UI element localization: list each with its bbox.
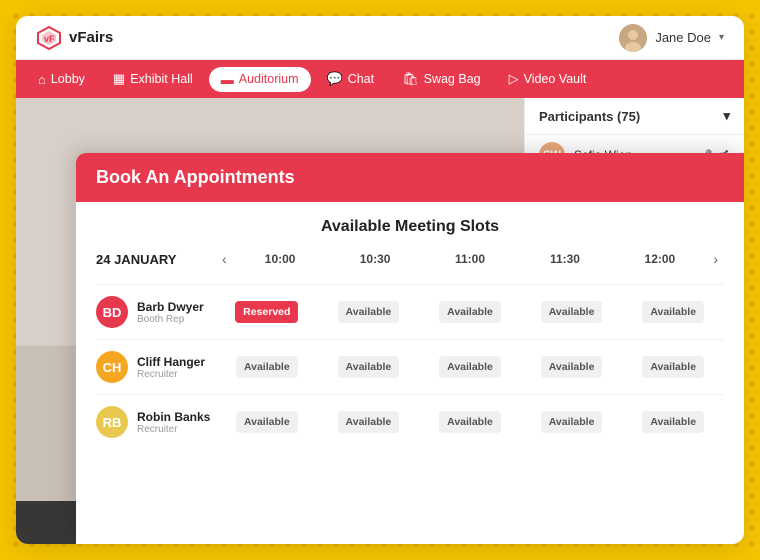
slot-cell: Reserved [216, 295, 318, 329]
avatar: RB [96, 406, 128, 438]
app-name: vFairs [69, 29, 113, 46]
app-logo: vF vFairs [36, 25, 113, 51]
nav-swag-label: Swag Bag [424, 72, 481, 86]
vfairs-logo-icon: vF [36, 25, 62, 51]
avatar: BD [96, 296, 128, 328]
slot-button[interactable]: Available [439, 411, 501, 433]
slot-cell: Available [521, 405, 623, 439]
time-slot-header: 11:00 [423, 248, 518, 270]
nav-lobby-label: Lobby [51, 72, 85, 86]
slot-button-reserved[interactable]: Reserved [235, 301, 298, 323]
user-menu[interactable]: Jane Doe ▾ [619, 24, 724, 52]
slot-cell: Available [622, 295, 724, 329]
user-chevron-icon: ▾ [719, 32, 724, 43]
slot-cell: Available [521, 295, 623, 329]
slot-cell: Available [318, 350, 420, 384]
booking-overlay: Book An Appointments Available Meeting S… [76, 153, 744, 544]
person-name: Barb Dwyer [137, 300, 216, 314]
person-name: Robin Banks [137, 410, 216, 424]
nav-item-video-vault[interactable]: ▷ Video Vault [497, 66, 599, 92]
auditorium-icon: ▬ [221, 72, 234, 87]
booking-section-title: Available Meeting Slots [96, 218, 724, 236]
chat-icon: 💬 [327, 71, 343, 87]
slot-cell: Available [419, 405, 521, 439]
slot-button[interactable]: Available [541, 411, 603, 433]
user-name: Jane Doe [655, 30, 711, 45]
time-slot-header: 12:00 [612, 248, 707, 270]
booking-person: BD Barb Dwyer Booth Rep [96, 296, 216, 328]
app-header: vF vFairs Jane Doe ▾ [16, 16, 744, 60]
prev-date-button[interactable]: ‹ [216, 251, 233, 267]
time-slot-header: 11:30 [517, 248, 612, 270]
slot-cell: Available [521, 350, 623, 384]
slot-cell: Available [419, 350, 521, 384]
slot-button[interactable]: Available [338, 301, 400, 323]
person-role: Booth Rep [137, 314, 216, 325]
svg-text:vF: vF [44, 34, 55, 44]
content-area: 🎤 Mute 📷 Stop Video 🔒 Security Participa… [16, 98, 744, 544]
person-role: Recruiter [137, 369, 216, 380]
video-vault-icon: ▷ [509, 71, 519, 87]
date-navigation: 24 JANUARY ‹ 10:00 10:30 11:00 11:30 12:… [96, 248, 724, 270]
nav-chat-label: Chat [348, 72, 374, 86]
slot-cell: Available [216, 405, 318, 439]
booking-person: RB Robin Banks Recruiter [96, 406, 216, 438]
avatar [619, 24, 647, 52]
slot-button[interactable]: Available [642, 411, 704, 433]
nav-item-exhibit-hall[interactable]: ▦ Exhibit Hall [101, 66, 205, 92]
nav-item-auditorium[interactable]: ▬ Auditorium [209, 67, 311, 92]
nav-item-chat[interactable]: 💬 Chat [315, 66, 387, 92]
slot-cells: Available Available Available Available [216, 405, 724, 439]
participants-header: Participants (75) ▾ [525, 98, 744, 135]
slot-button[interactable]: Available [439, 356, 501, 378]
slot-button[interactable]: Available [541, 356, 603, 378]
booking-header: Book An Appointments [76, 153, 744, 202]
nav-auditorium-label: Auditorium [239, 72, 299, 86]
time-slot-header: 10:30 [328, 248, 423, 270]
avatar: CH [96, 351, 128, 383]
person-name: Cliff Hanger [137, 355, 216, 369]
slot-cells: Available Available Available Available [216, 350, 724, 384]
booking-row: BD Barb Dwyer Booth Rep Reserved Availab… [96, 284, 724, 339]
nav-exhibit-label: Exhibit Hall [130, 72, 193, 86]
slot-button[interactable]: Available [236, 411, 298, 433]
slot-cell: Available [622, 405, 724, 439]
slot-button[interactable]: Available [338, 411, 400, 433]
main-window: vF vFairs Jane Doe ▾ ⌂ Lobby ▦ Exhibi [16, 16, 744, 544]
slot-cell: Available [318, 405, 420, 439]
swag-bag-icon: 🛍 [402, 71, 419, 87]
nav-bar: ⌂ Lobby ▦ Exhibit Hall ▬ Auditorium 💬 Ch… [16, 60, 744, 98]
booking-body: Available Meeting Slots 24 JANUARY ‹ 10:… [76, 202, 744, 541]
slot-button[interactable]: Available [642, 356, 704, 378]
participants-title: Participants (75) [539, 109, 640, 124]
nav-item-lobby[interactable]: ⌂ Lobby [26, 67, 97, 92]
slot-cell: Available [318, 295, 420, 329]
slot-cell: Available [216, 350, 318, 384]
time-slots-header: 10:00 10:30 11:00 11:30 12:00 [233, 248, 708, 270]
slot-button[interactable]: Available [236, 356, 298, 378]
person-role: Recruiter [137, 424, 216, 435]
slot-button[interactable]: Available [642, 301, 704, 323]
slot-cell: Available [622, 350, 724, 384]
slot-button[interactable]: Available [338, 356, 400, 378]
nav-item-swag-bag[interactable]: 🛍 Swag Bag [390, 66, 493, 92]
booking-person: CH Cliff Hanger Recruiter [96, 351, 216, 383]
booking-title: Book An Appointments [96, 167, 295, 187]
next-date-button[interactable]: › [707, 251, 724, 267]
exhibit-hall-icon: ▦ [113, 71, 125, 87]
time-slot-header: 10:00 [233, 248, 328, 270]
participants-chevron-icon[interactable]: ▾ [723, 108, 730, 124]
slot-cell: Available [419, 295, 521, 329]
slot-button[interactable]: Available [541, 301, 603, 323]
slot-button[interactable]: Available [439, 301, 501, 323]
slot-cells: Reserved Available Available Available A [216, 295, 724, 329]
booking-row: RB Robin Banks Recruiter Available Avail… [96, 394, 724, 449]
booking-row: CH Cliff Hanger Recruiter Available Avai… [96, 339, 724, 394]
lobby-icon: ⌂ [38, 72, 46, 87]
nav-video-label: Video Vault [524, 72, 587, 86]
date-label: 24 JANUARY [96, 252, 216, 267]
